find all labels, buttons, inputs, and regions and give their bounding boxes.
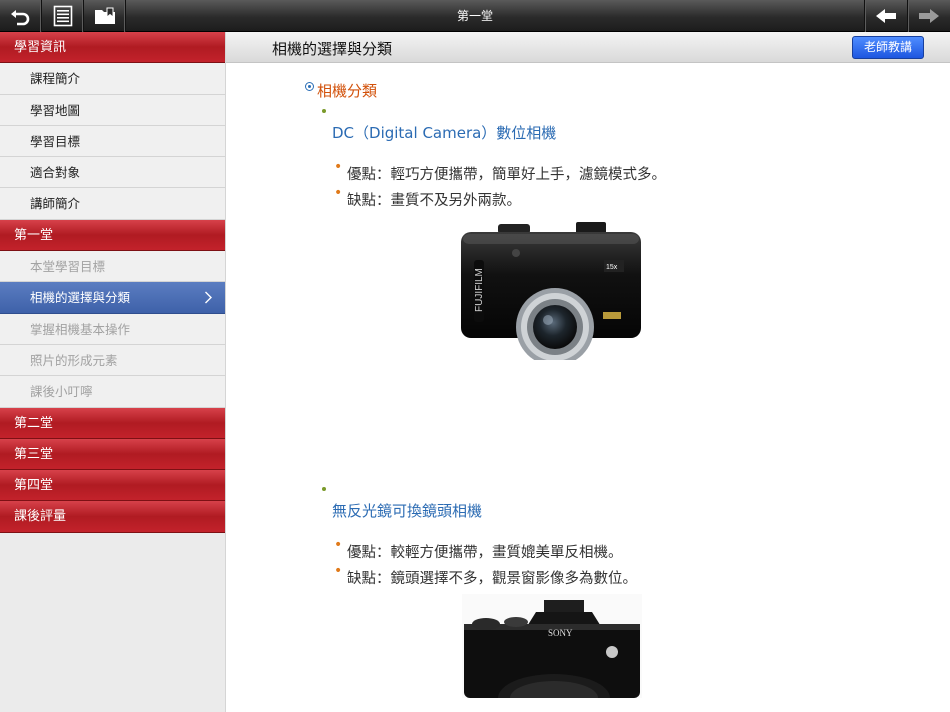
sidebar-item-audience[interactable]: 適合對象 <box>0 157 225 189</box>
content-area: 相機分類 DC（Digital Camera）數位相機 • 優點：輕巧方便攜帶，… <box>226 63 950 712</box>
mirrorless-title: 無反光鏡可換鏡頭相機 <box>332 502 483 520</box>
top-title: 第一堂 <box>456 9 493 23</box>
mirrorless-brand-label: SONY <box>548 628 573 638</box>
next-arrow-icon <box>919 9 939 23</box>
sidebar-item-course-intro[interactable]: 課程簡介 <box>0 63 225 95</box>
sidebar-item-lesson-goals[interactable]: 本堂學習目標 <box>0 251 225 283</box>
orange-bullet-icon: • <box>334 159 343 175</box>
teacher-lecture-button[interactable]: 老師教講 <box>852 36 924 59</box>
top-toolbar: 第一堂 <box>0 0 950 32</box>
sidebar-section-lesson-1[interactable]: 第一堂 <box>0 219 225 252</box>
sidebar-section-lesson-4[interactable]: 第四堂 <box>0 470 225 502</box>
mirrorless-pros: 優點：較輕方便攜帶，畫質媲美單反相機。 <box>347 545 623 561</box>
back-undo-icon <box>10 10 29 26</box>
section-heading: 相機分類 <box>317 82 378 100</box>
sidebar-item-camera-operation[interactable]: 掌握相機基本操作 <box>0 313 225 345</box>
next-page-button[interactable] <box>907 0 950 32</box>
back-button[interactable] <box>0 0 42 32</box>
camera-zoom-label: 15x <box>606 264 618 271</box>
sidebar-section-lesson-3[interactable]: 第三堂 <box>0 438 225 471</box>
sidebar-item-instructor[interactable]: 講師簡介 <box>0 188 225 220</box>
mirrorless-cons: 缺點：鏡頭選擇不多，觀景窗影像多為數位。 <box>347 571 637 587</box>
list-button[interactable] <box>42 0 84 32</box>
orange-bullet-icon: • <box>334 563 343 579</box>
chevron-right-icon <box>205 291 212 304</box>
green-bullet-icon <box>322 487 326 491</box>
list-icon <box>53 5 72 27</box>
mirrorless-camera-image: SONY <box>462 594 642 698</box>
green-bullet-icon <box>322 109 326 113</box>
sidebar-item-camera-selection[interactable]: 相機的選擇與分類 <box>0 282 225 314</box>
dc-title: DC（Digital Camera）數位相機 <box>332 124 557 142</box>
sidebar-item-after-class-tips[interactable]: 課後小叮嚀 <box>0 376 225 408</box>
dc-cons: 缺點：畫質不及另外兩款。 <box>347 193 521 209</box>
page-title: 相機的選擇與分類 <box>272 40 393 58</box>
orange-bullet-icon: • <box>334 185 343 201</box>
dc-pros: 優點：輕巧方便攜帶，簡單好上手，濾鏡模式多。 <box>347 167 666 183</box>
sidebar-section-assessment[interactable]: 課後評量 <box>0 501 225 533</box>
sidebar-item-learning-map[interactable]: 學習地圖 <box>0 94 225 126</box>
compact-camera-image: FUJIFILM 15x <box>461 222 641 360</box>
bookmark-folder-button[interactable] <box>84 0 126 32</box>
heading-bullet-icon <box>305 82 314 91</box>
camera-brand-label: FUJIFILM <box>474 268 485 312</box>
sidebar-item-learning-goals[interactable]: 學習目標 <box>0 125 225 158</box>
sidebar: 學習資訊 課程簡介 學習地圖 學習目標 適合對象 講師簡介 第一堂 本堂學習目標… <box>0 32 226 712</box>
main-header: 相機的選擇與分類 老師教講 <box>226 32 950 63</box>
orange-bullet-icon: • <box>334 537 343 553</box>
bookmark-folder-icon <box>94 7 115 24</box>
sidebar-section-info[interactable]: 學習資訊 <box>0 32 225 64</box>
sidebar-item-photo-elements[interactable]: 照片的形成元素 <box>0 344 225 377</box>
sidebar-section-lesson-2[interactable]: 第二堂 <box>0 407 225 439</box>
prev-page-button[interactable] <box>864 0 906 32</box>
prev-arrow-icon <box>875 9 896 23</box>
